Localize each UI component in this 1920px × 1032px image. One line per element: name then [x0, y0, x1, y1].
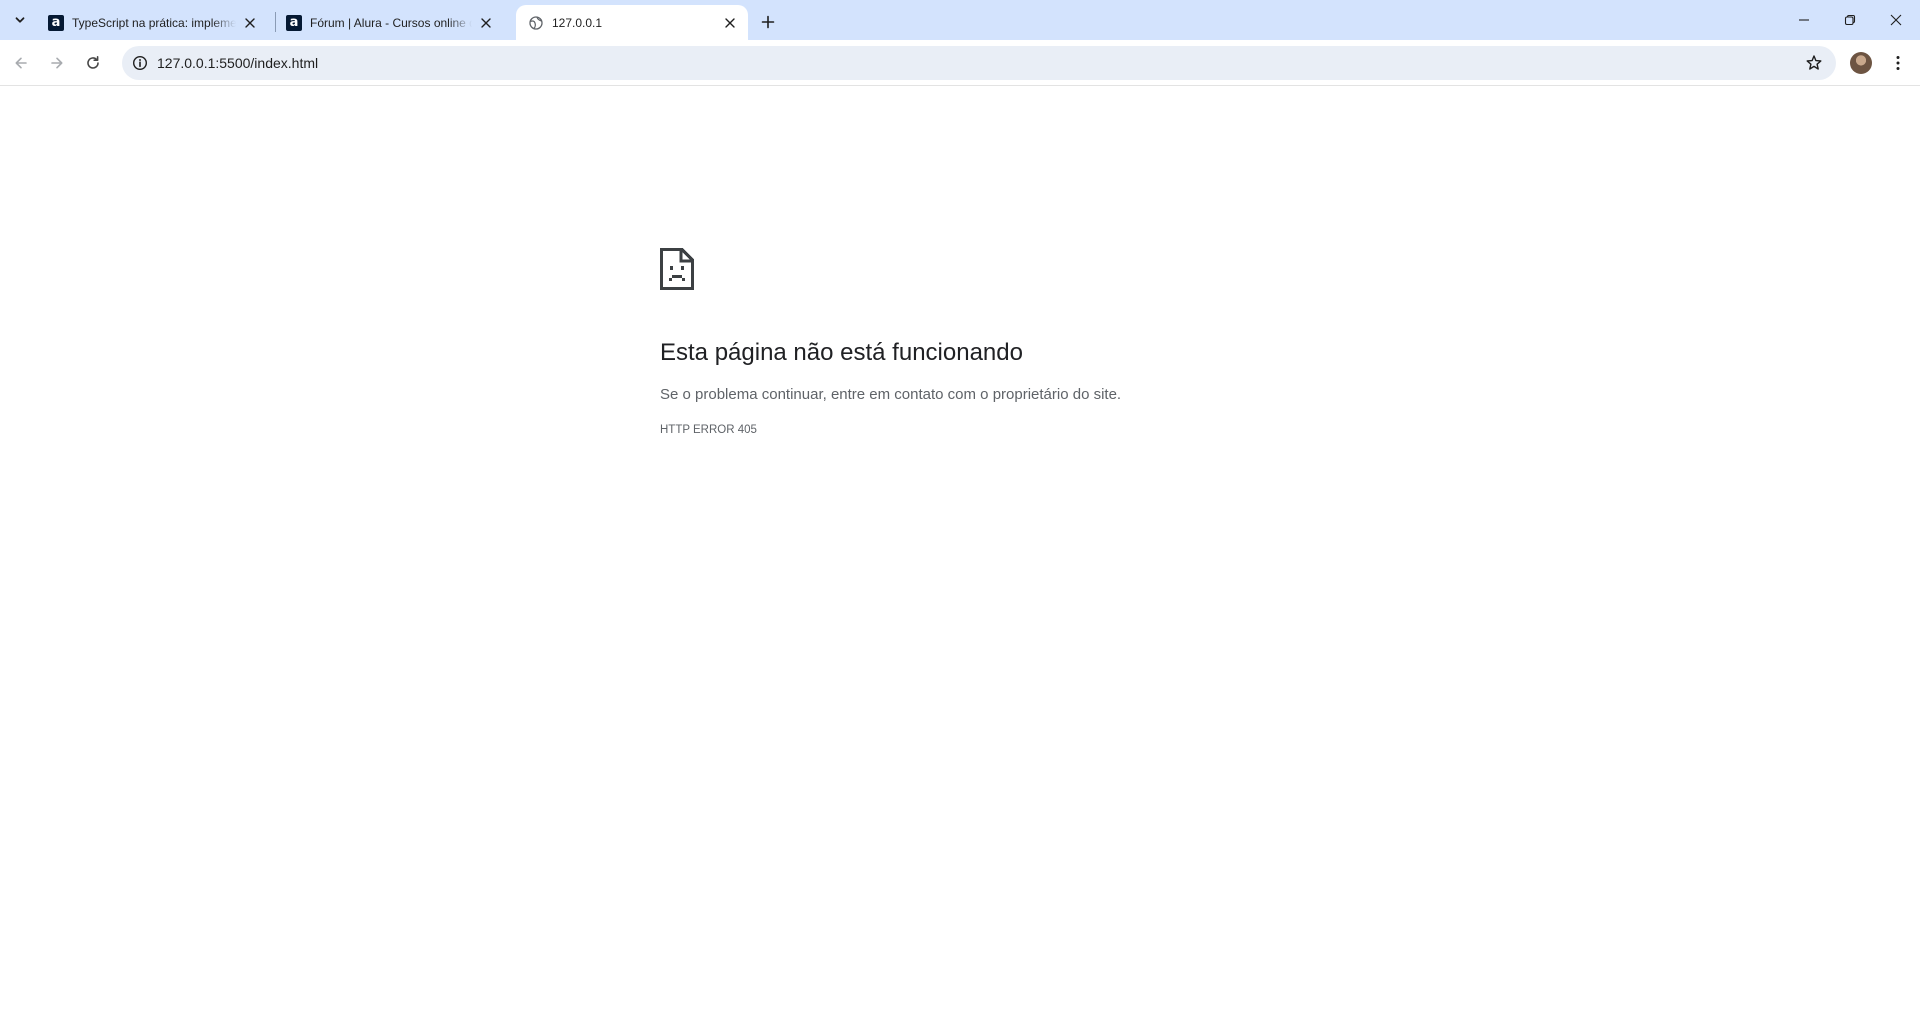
browser-menu-button[interactable]	[1886, 48, 1910, 78]
error-title: Esta página não está funcionando	[660, 339, 1023, 366]
alura-icon: a	[286, 14, 302, 31]
tab-title: Fórum | Alura - Cursos online de tecnolo…	[310, 15, 472, 30]
tab-title: TypeScript na prática: implementações	[72, 15, 236, 30]
tab-search-button[interactable]	[6, 8, 34, 32]
more-vertical-icon	[1896, 56, 1900, 70]
plus-icon	[761, 15, 775, 29]
minimize-button[interactable]	[1781, 0, 1827, 40]
tab-strip: a TypeScript na prática: implementações …	[0, 0, 1920, 40]
close-icon	[481, 17, 491, 28]
restore-icon	[1844, 14, 1856, 26]
globe-icon	[528, 15, 544, 31]
back-button[interactable]	[6, 48, 36, 78]
info-icon	[132, 55, 148, 71]
close-tab-button[interactable]	[242, 15, 258, 31]
close-icon	[1890, 14, 1902, 26]
close-window-button[interactable]	[1873, 0, 1919, 40]
arrow-right-icon	[51, 57, 63, 69]
error-code: HTTP ERROR 405	[660, 424, 757, 436]
close-icon	[725, 17, 735, 28]
reload-button[interactable]	[78, 48, 108, 78]
tab-typescript[interactable]: a TypeScript na prática: implementações	[36, 5, 268, 40]
close-icon	[245, 17, 255, 28]
new-tab-button[interactable]	[756, 10, 780, 34]
page-content: Esta página não está funcionando Se o pr…	[0, 87, 1920, 1032]
alura-icon: a	[48, 14, 64, 31]
browser-toolbar: 127.0.0.1:5500/index.html	[0, 40, 1920, 86]
site-info-button[interactable]	[130, 53, 150, 73]
tab-title: 127.0.0.1	[552, 15, 603, 30]
forward-button[interactable]	[42, 48, 72, 78]
star-icon	[1806, 55, 1822, 70]
close-tab-button[interactable]	[722, 15, 738, 31]
url-text[interactable]: 127.0.0.1:5500/index.html	[157, 46, 318, 80]
address-bar[interactable]: 127.0.0.1:5500/index.html	[122, 46, 1836, 80]
error-message: Se o problema continuar, entre em contat…	[660, 386, 1122, 403]
minimize-icon	[1799, 19, 1809, 21]
close-tab-button[interactable]	[478, 15, 494, 31]
sad-document-icon	[660, 248, 694, 290]
reload-icon	[87, 56, 99, 69]
profile-avatar[interactable]	[1850, 52, 1872, 74]
arrow-left-icon	[15, 57, 27, 69]
tab-localhost[interactable]: 127.0.0.1	[516, 5, 748, 40]
bookmark-button[interactable]	[1804, 53, 1824, 73]
restore-button[interactable]	[1827, 0, 1873, 40]
chevron-down-icon	[15, 17, 25, 23]
tab-forum-alura[interactable]: a Fórum | Alura - Cursos online de tecno…	[274, 5, 504, 40]
